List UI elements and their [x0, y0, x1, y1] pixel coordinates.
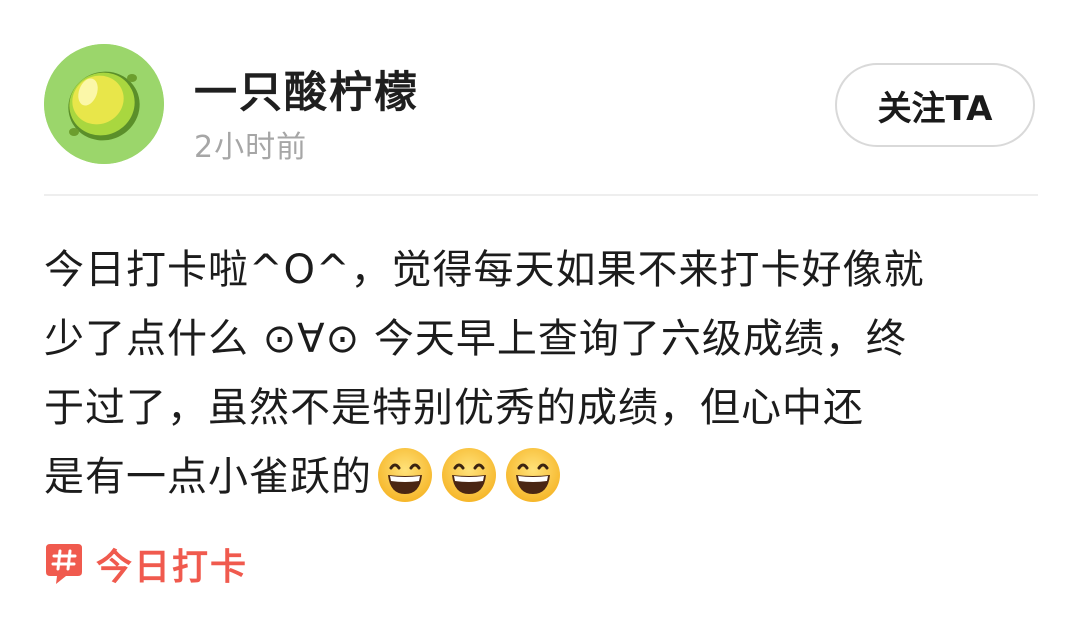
- topic-tag[interactable]: 今日打卡: [44, 540, 248, 588]
- emoji-group: [376, 448, 562, 508]
- post-content: 今日打卡啦^O^，觉得每天如果不来打卡好像就 少了点什么 ⊙∀⊙ 今天早上查询了…: [44, 236, 1044, 512]
- post-text-line-last: 是有一点小雀跃的: [44, 443, 1044, 512]
- header-divider: [44, 194, 1038, 196]
- grinning-face-emoji-icon: [506, 448, 560, 502]
- post-text-line: 今日打卡啦^O^，觉得每天如果不来打卡好像就: [44, 247, 925, 293]
- post-header: 一只酸柠檬 2小时前 关注TA: [44, 44, 1038, 168]
- grinning-face-emoji-icon: [378, 448, 432, 502]
- hashtag-icon: [46, 544, 82, 584]
- avatar[interactable]: [44, 44, 164, 164]
- post-timestamp: 2小时前: [194, 130, 308, 165]
- post-text-line: 是有一点小雀跃的: [44, 454, 372, 500]
- topic-label[interactable]: 今日打卡: [96, 538, 248, 590]
- grinning-face-emoji-icon: [442, 448, 496, 502]
- author-name[interactable]: 一只酸柠檬: [194, 58, 419, 120]
- lemon-icon: [44, 44, 164, 164]
- post-text-line: 少了点什么 ⊙∀⊙ 今天早上查询了六级成绩，终: [44, 316, 907, 362]
- follow-button[interactable]: 关注TA: [835, 63, 1035, 147]
- post-text-line: 于过了，虽然不是特别优秀的成绩，但心中还: [44, 385, 864, 431]
- post-card: 一只酸柠檬 2小时前 关注TA 今日打卡啦^O^，觉得每天如果不来打卡好像就 少…: [0, 0, 1078, 627]
